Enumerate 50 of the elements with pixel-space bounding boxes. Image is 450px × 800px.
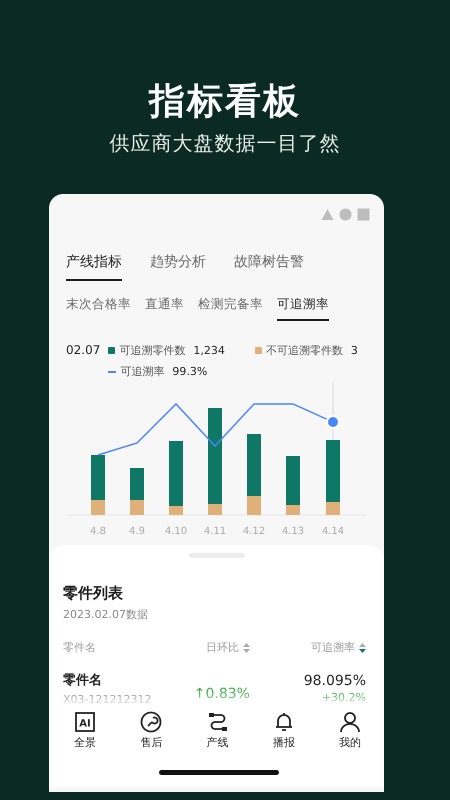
nav-label[interactable]: 我的 xyxy=(339,735,361,750)
stacked-bar xyxy=(130,468,144,515)
square-icon xyxy=(357,208,370,221)
legend-value: 3 xyxy=(350,344,358,357)
triangle-icon xyxy=(321,208,334,221)
column-header: 零件名 xyxy=(63,640,96,655)
rate-change: +30.2% xyxy=(320,691,366,704)
tab[interactable]: 故障树告警 xyxy=(234,252,304,281)
nav-label[interactable]: 售后 xyxy=(140,735,162,750)
trace-rate: 98.095% xyxy=(302,673,366,689)
wrench-icon[interactable] xyxy=(140,711,162,733)
column-header: 可追溯率 xyxy=(311,640,355,655)
stacked-bar xyxy=(91,455,105,515)
legend-value: 99.3% xyxy=(172,365,208,378)
legend-label: 不可追溯零件数 xyxy=(266,343,343,358)
axis-label: 4.14 xyxy=(322,526,344,537)
metric-tab[interactable]: 可追溯率 xyxy=(277,295,329,321)
legend-date: 02.07 xyxy=(66,343,100,358)
axis-label: 4.9 xyxy=(129,526,145,537)
nav-label[interactable]: 播报 xyxy=(272,735,295,750)
column-header: 日环比 xyxy=(206,640,239,655)
axis-label: 4.13 xyxy=(282,526,304,537)
part-name: 零件名 xyxy=(63,672,103,689)
legend-label: 可追溯零件数 xyxy=(119,343,186,358)
axis-label: 4.8 xyxy=(90,526,106,537)
tab[interactable]: 产线指标 xyxy=(66,252,122,281)
legend-label: 可追溯率 xyxy=(120,364,164,379)
person-icon[interactable] xyxy=(339,711,361,733)
text-box-icon[interactable]: AI xyxy=(74,711,96,733)
headline-title: 指标看板 xyxy=(149,80,301,124)
legend-value: 1,234 xyxy=(193,344,225,357)
circle-icon xyxy=(339,208,352,221)
axis-label: 4.11 xyxy=(204,526,226,537)
headline-subtitle: 供应商大盘数据一目了然 xyxy=(110,130,340,157)
tab[interactable]: 趋势分析 xyxy=(150,252,206,281)
sort-icon[interactable] xyxy=(359,642,366,652)
metric-tab[interactable]: 直通率 xyxy=(145,295,184,321)
metric-tab[interactable]: 末次合格率 xyxy=(66,295,131,321)
nav-label[interactable]: 全景 xyxy=(74,735,96,750)
axis-label: 4.12 xyxy=(242,526,266,537)
part-code: X03-121212312 xyxy=(63,693,152,706)
data-date: 2023.02.07数据 xyxy=(63,607,149,622)
section-title: 零件列表 xyxy=(63,584,124,603)
metric-tab[interactable]: 检测完备率 xyxy=(198,295,263,321)
nav-label[interactable]: 产线 xyxy=(206,735,228,750)
daily-change: ↑0.83% xyxy=(192,686,251,702)
point-marker xyxy=(326,415,340,429)
cable-icon[interactable] xyxy=(206,711,228,733)
axis-label: 4.10 xyxy=(164,526,188,537)
stacked-bar xyxy=(286,456,300,515)
